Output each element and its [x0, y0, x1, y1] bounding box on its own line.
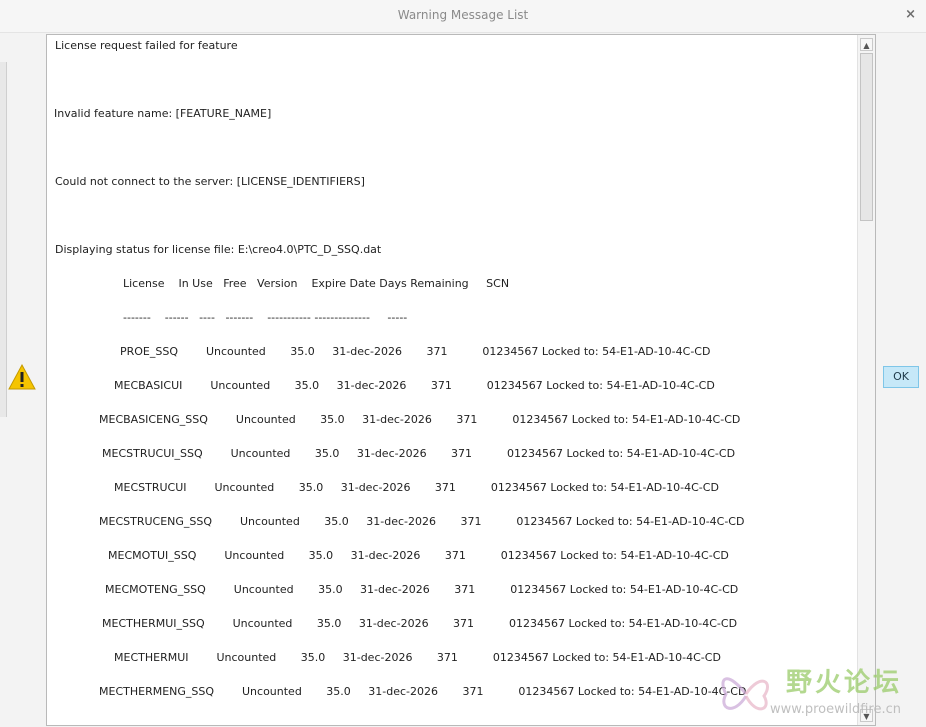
table-row: MECBASICUI Uncounted 35.0 31-dec-2026 37…	[114, 379, 715, 392]
table-row: PROE_SSQ Uncounted 35.0 31-dec-2026 371 …	[120, 345, 711, 358]
watermark-logo: 野火论坛 www.proewildfire.cn	[712, 658, 922, 724]
table-separator: ------- ------ ---- ------- ----------- …	[123, 311, 408, 324]
message-list[interactable]: License request failed for feature Inval…	[46, 34, 876, 726]
table-header: License In Use Free Version Expire Date …	[123, 277, 510, 290]
message-line: Could not connect to the server: [LICENS…	[55, 175, 365, 188]
warning-triangle-icon	[8, 364, 36, 390]
table-row: MECSTRUCUI_SSQ Uncounted 35.0 31-dec-202…	[102, 447, 736, 460]
title-bar: Warning Message List ×	[0, 0, 926, 33]
table-row: MECTHERMENG_SSQ Uncounted 35.0 31-dec-20…	[99, 685, 747, 698]
table-row: MECTHERMUI Uncounted 35.0 31-dec-2026 37…	[114, 651, 721, 664]
table-row: MECBASICENG_SSQ Uncounted 35.0 31-dec-20…	[99, 413, 741, 426]
window-title: Warning Message List	[397, 8, 529, 22]
table-row: MECMOTUI_SSQ Uncounted 35.0 31-dec-2026 …	[108, 549, 729, 562]
watermark-url: www.proewildfire.cn	[770, 702, 901, 717]
table-row: MECSTRUCUI Uncounted 35.0 31-dec-2026 37…	[114, 481, 719, 494]
ok-button[interactable]: OK	[883, 366, 919, 388]
vertical-scrollbar[interactable]: ▲ ▼	[857, 35, 875, 725]
message-line: Invalid feature name: [FEATURE_NAME]	[54, 107, 272, 120]
message-line: Displaying status for license file: E:\c…	[55, 243, 382, 256]
table-row: MECMOTENG_SSQ Uncounted 35.0 31-dec-2026…	[105, 583, 739, 596]
message-line: License request failed for feature	[55, 39, 238, 52]
close-icon[interactable]: ×	[905, 7, 916, 22]
watermark-title: 野火论坛	[786, 668, 903, 698]
background-window-edge	[0, 62, 7, 417]
message-content: License request failed for feature Inval…	[47, 35, 857, 725]
table-row: MECTHERMUI_SSQ Uncounted 35.0 31-dec-202…	[102, 617, 738, 630]
scroll-up-icon[interactable]: ▲	[860, 38, 873, 51]
scrollbar-thumb[interactable]	[860, 53, 873, 221]
table-row: MECSTRUCENG_SSQ Uncounted 35.0 31-dec-20…	[99, 515, 745, 528]
butterfly-logo-icon	[721, 677, 769, 711]
